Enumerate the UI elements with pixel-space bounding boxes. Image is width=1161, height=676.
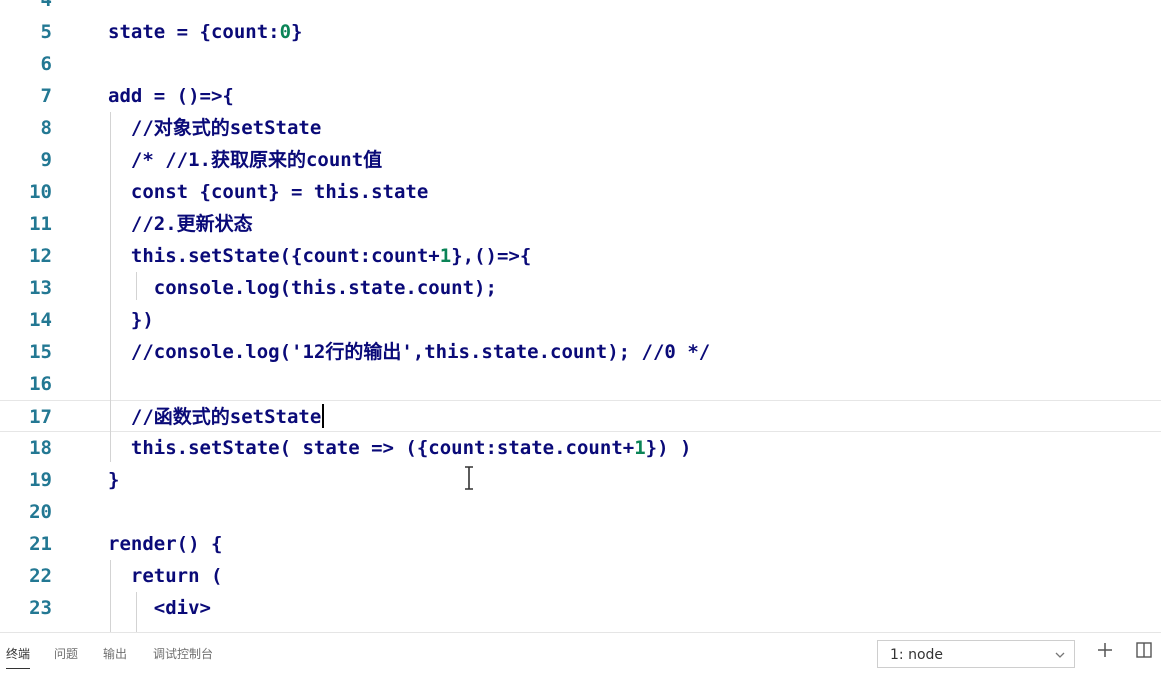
line-number: 12 [29,245,52,267]
code-line[interactable]: 22 return ( [0,560,1161,592]
code-text: const {count} = this.state [108,181,429,203]
code-line[interactable]: 14 }) [0,304,1161,336]
tab-terminal[interactable]: 终端 [6,645,31,669]
line-number: 18 [29,437,52,459]
code-line[interactable]: 6 [0,48,1161,80]
bottom-panel: 终端 问题 输出 调试控制台 1: node [0,632,1161,676]
code-line[interactable]: 21 render() { [0,528,1161,560]
chevron-down-icon [1055,652,1065,658]
code-line[interactable]: 9 /* //1.获取原来的count值 [0,144,1161,176]
code-text: console.log(this.state.count); [108,277,497,299]
line-number: 7 [40,85,52,107]
text-caret [322,404,325,428]
code-line[interactable]: 10 const {count} = this.state [0,176,1161,208]
code-text: } [108,469,120,491]
code-line[interactable]: 19} [0,464,1161,496]
code-text: //console.log('12行的输出',this.state.count)… [108,341,711,363]
code-line[interactable]: 12 this.setState({count:count+1},()=>{ [0,240,1161,272]
code-line[interactable]: 18 this.setState( state => ({count:state… [0,432,1161,464]
indent-guide [136,592,137,632]
tab-debug-console[interactable]: 调试控制台 [153,645,213,662]
code-text: /* //1.获取原来的count值 [108,149,383,171]
code-text: this.setState( state => ({count:state.co… [108,437,692,459]
code-line[interactable]: 11 //2.更新状态 [0,208,1161,240]
code-text: //2.更新状态 [108,213,253,235]
code-line[interactable]: 7 add = ()=>{ [0,80,1161,112]
terminal-select[interactable]: 1: node [877,640,1075,668]
code-text: <div> [108,597,211,619]
split-terminal-icon[interactable] [1135,641,1153,659]
code-text: //函数式的setState [108,401,325,433]
plus-icon[interactable] [1096,641,1114,659]
code-text: this.setState({count:count+1},()=>{ [108,245,532,267]
indent-guide [136,272,137,300]
line-number: 10 [29,181,52,203]
indent-guide [110,112,111,462]
line-number: 17 [29,406,52,428]
line-number: 11 [29,213,52,235]
line-number: 13 [29,277,52,299]
code-text: render() { [108,533,223,555]
code-line[interactable]: 8 //对象式的setState [0,112,1161,144]
code-line[interactable]: 16 [0,368,1161,400]
code-text: }) [108,309,154,331]
line-number: 15 [29,341,52,363]
line-number: 21 [29,533,52,555]
code-text: return ( [108,565,223,587]
terminal-select-value: 1: node [890,647,944,663]
code-text: add = ()=>{ [108,85,234,107]
line-number: 14 [29,309,52,331]
code-text: //对象式的setState [108,117,322,139]
line-number: 9 [40,149,52,171]
code-line[interactable]: 15 //console.log('12行的输出',this.state.cou… [0,336,1161,368]
line-number: 4 [40,0,52,11]
indent-guide [110,560,111,632]
line-number: 20 [29,501,52,523]
line-number: 16 [29,373,52,395]
tab-output[interactable]: 输出 [103,645,127,662]
code-line[interactable]: 17 //函数式的setState [0,400,1161,432]
text-cursor-icon [465,466,473,490]
line-number: 8 [40,117,52,139]
line-number: 22 [29,565,52,587]
line-number: 23 [29,597,52,619]
code-editor[interactable]: 4 5 state = {count:0} 6 7 add = ()=>{ 8 //对象式的… [0,0,1161,632]
line-number: 19 [29,469,52,491]
code-line[interactable]: 20 [0,496,1161,528]
code-line[interactable]: 13 console.log(this.state.count); [0,272,1161,304]
code-line[interactable]: 5 state = {count:0} [0,16,1161,48]
code-text: state = {count:0} [108,21,303,43]
code-line[interactable]: 23 <div> [0,592,1161,624]
tab-problems[interactable]: 问题 [54,645,78,662]
line-number: 5 [40,21,52,43]
line-number: 6 [40,53,52,75]
code-line[interactable]: 4 [0,0,1161,16]
